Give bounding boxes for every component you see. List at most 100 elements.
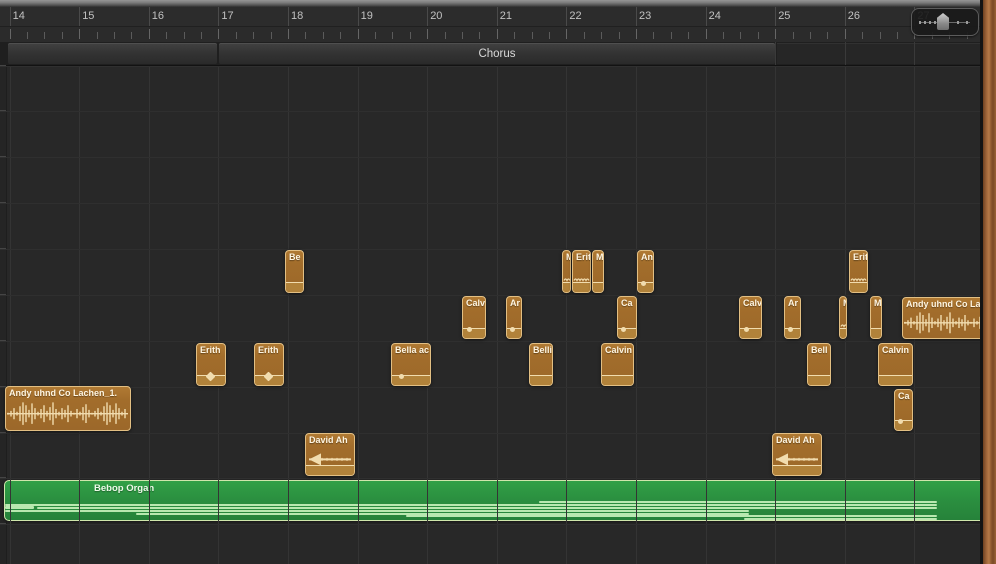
- audio-region[interactable]: Calv: [462, 296, 486, 339]
- zoom-slider-tick: [957, 21, 959, 24]
- ruler-bar-separator: [636, 7, 637, 26]
- midi-note-line: [37, 507, 937, 509]
- audio-region[interactable]: Ca: [617, 296, 637, 339]
- ruler-tick: [201, 32, 202, 39]
- bar-grid-line: [497, 66, 498, 564]
- ruler-bar-number[interactable]: 16: [152, 10, 164, 22]
- midi-note-line: [539, 501, 937, 503]
- squiggle-waveform-icon: [563, 251, 570, 292]
- audio-region[interactable]: Ca: [894, 389, 913, 431]
- audio-region[interactable]: Bella ac: [391, 343, 431, 386]
- midi-region-bebop-organ[interactable]: Bebop Organ: [4, 480, 985, 521]
- track-divider-line: [0, 524, 996, 525]
- ruler-bar-separator: [845, 7, 846, 26]
- audio-region[interactable]: Andy uhnd Co Lachen_1.: [5, 386, 131, 431]
- ruler-bar-number[interactable]: 22: [569, 10, 581, 22]
- ruler-tick: [793, 32, 794, 39]
- audio-region[interactable]: Calvin: [878, 343, 913, 386]
- audio-region[interactable]: M: [592, 250, 604, 293]
- ruler-bar-separator: [566, 7, 567, 26]
- audio-region-label: An: [638, 251, 653, 262]
- waveform-area: [808, 375, 830, 385]
- audio-region[interactable]: Erit: [849, 250, 868, 293]
- bar-grid-line: [358, 66, 359, 564]
- ruler-tick: [810, 32, 811, 39]
- zoom-slider[interactable]: [911, 8, 979, 36]
- marker-grid-line: [775, 42, 776, 65]
- ruler-bar-number[interactable]: 21: [500, 10, 512, 22]
- audio-region[interactable]: M: [870, 296, 882, 339]
- ruler-tick: [758, 32, 759, 39]
- ruler-bar-number[interactable]: 25: [778, 10, 790, 22]
- bar-grid-line: [288, 66, 289, 564]
- ruler-bar-number[interactable]: 19: [361, 10, 373, 22]
- tracks-area[interactable]: Bebop Organ Be M Erit M An Erit Calv Ar Ca Cal…: [0, 66, 996, 564]
- ruler-tick: [236, 32, 237, 39]
- arrangement-marker[interactable]: [8, 43, 217, 64]
- ruler-bar-number[interactable]: 17: [221, 10, 233, 22]
- ruler-bar-separator: [149, 7, 150, 26]
- audio-region[interactable]: Erith: [196, 343, 226, 386]
- waveform-icon: [6, 387, 130, 430]
- waveform-blip-icon: [467, 327, 472, 332]
- ruler-tick: [410, 32, 411, 39]
- track-divider-line: [0, 387, 996, 388]
- waveform-icon: [903, 298, 984, 338]
- audio-region[interactable]: David Ah: [772, 433, 822, 476]
- ruler-bar-separator: [218, 7, 219, 26]
- ruler-tick: [288, 29, 289, 39]
- audio-region[interactable]: Calv: [739, 296, 762, 339]
- ruler-bar-number[interactable]: 24: [709, 10, 721, 22]
- waveform-area: [602, 375, 633, 385]
- audio-region[interactable]: Ar: [784, 296, 801, 339]
- ruler-tick: [479, 32, 480, 39]
- ruler-tick: [601, 32, 602, 39]
- bar-ruler[interactable]: 1415161718192021222324252627: [0, 7, 996, 42]
- track-divider-line: [0, 203, 996, 204]
- audio-region[interactable]: Be: [285, 250, 304, 293]
- ruler-tick: [584, 32, 585, 39]
- waveform-blip-icon: [399, 374, 404, 379]
- ruler-bar-separator: [79, 7, 80, 26]
- audio-region[interactable]: Erit: [572, 250, 591, 293]
- audio-region[interactable]: Bell: [807, 343, 831, 386]
- bar-grid-line: [566, 66, 567, 564]
- audio-region[interactable]: An: [637, 250, 654, 293]
- ruler-bar-number[interactable]: 15: [82, 10, 94, 22]
- waveform-blip-icon: [744, 327, 749, 332]
- ruler-tick: [27, 32, 28, 39]
- zoom-slider-tick: [929, 21, 931, 24]
- ruler-tick: [671, 32, 672, 39]
- ruler-bar-number[interactable]: 26: [848, 10, 860, 22]
- ruler-tick: [445, 32, 446, 39]
- zoom-slider-thumb-icon[interactable]: [937, 13, 949, 30]
- audio-region[interactable]: M: [562, 250, 571, 293]
- audio-region[interactable]: Belli: [529, 343, 553, 386]
- zoom-slider-tick: [966, 21, 968, 24]
- audio-region[interactable]: David Ah: [305, 433, 355, 476]
- audio-region-label: Ca: [618, 297, 636, 308]
- audio-region[interactable]: Calvin: [601, 343, 634, 386]
- audio-region[interactable]: Ar: [506, 296, 522, 339]
- audio-region[interactable]: Andy uhnd Co La: [902, 297, 985, 339]
- ruler-tick: [706, 29, 707, 39]
- ruler-bar-number[interactable]: 20: [430, 10, 442, 22]
- zoom-slider-tick: [934, 21, 936, 24]
- ruler-bar-number[interactable]: 23: [639, 10, 651, 22]
- track-divider-line: [0, 66, 996, 67]
- zoom-slider-tick: [924, 21, 926, 24]
- ruler-bar-number[interactable]: 14: [13, 10, 25, 22]
- audio-region-label: Ca: [895, 390, 912, 401]
- ruler-tick: [340, 32, 341, 39]
- audio-region[interactable]: M: [839, 296, 847, 339]
- ruler-tick: [897, 32, 898, 39]
- arrange-window: 1415161718192021222324252627 Chorus Bebo…: [0, 0, 996, 564]
- ruler-bar-number[interactable]: 18: [291, 10, 303, 22]
- audio-region[interactable]: Erith: [254, 343, 284, 386]
- audio-region-label: Bella ac: [392, 344, 430, 355]
- ruler-bar-separator: [358, 7, 359, 26]
- arrow-waveform-icon: [773, 434, 821, 475]
- arrangement-marker-chorus[interactable]: Chorus: [219, 43, 775, 64]
- bar-grid-line: [10, 66, 11, 564]
- waveform-blip-icon: [510, 327, 515, 332]
